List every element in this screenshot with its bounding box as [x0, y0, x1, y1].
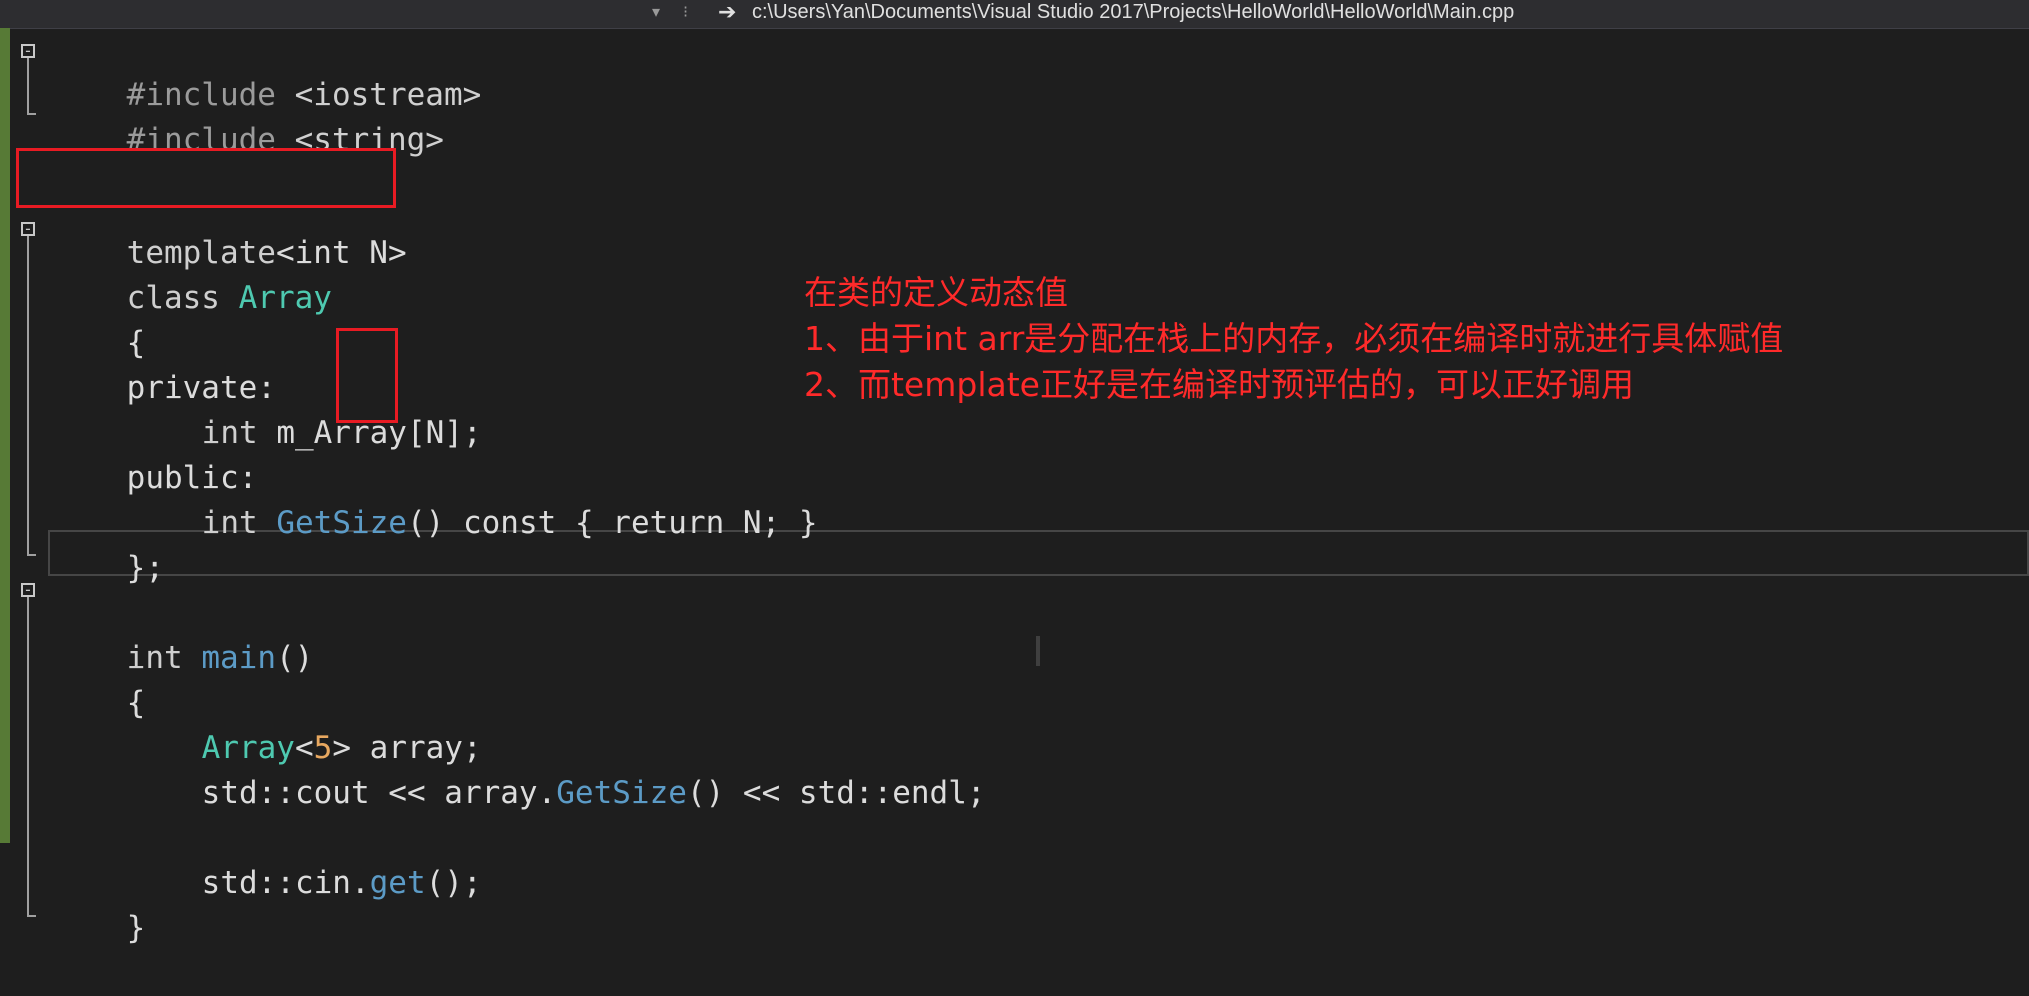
code-token: GetSize — [556, 775, 687, 811]
code-editor[interactable]: - - - #include <iostream> #include <stri… — [0, 28, 2029, 963]
editor-navigation-bar: ▾ ⁝ ➔ c:\Users\Yan\Documents\Visual Stud… — [0, 0, 2029, 29]
fold-guide-end — [27, 113, 36, 115]
code-line[interactable]: int main() — [52, 591, 314, 676]
array-size-highlight-box — [336, 328, 398, 423]
code-line[interactable]: int m_Array[N]; — [127, 366, 482, 451]
code-token: () — [275, 640, 314, 676]
code-token: get — [369, 865, 426, 901]
fold-guide-end — [27, 554, 36, 556]
collapse-include-icon[interactable]: - — [21, 43, 35, 59]
scroll-down-icon[interactable]: ▾ — [652, 2, 660, 21]
change-tracking-bar — [0, 28, 10, 843]
code-token: main — [201, 640, 276, 676]
annotation-note: 在类的定义动态值 1、由于int arr是分配在栈上的内存，必须在编译时就进行具… — [804, 270, 1783, 408]
code-line[interactable]: int GetSize() const { return N; } — [127, 456, 818, 541]
code-token: int — [201, 505, 258, 541]
annotation-point-1: 1、由于int arr是分配在栈上的内存，必须在编译时就进行具体赋值 — [804, 319, 1784, 358]
code-line[interactable]: Array<5> array; — [127, 681, 482, 766]
code-token: () const { return N; } — [406, 505, 818, 541]
fold-guide — [27, 597, 29, 915]
code-line[interactable]: } — [52, 861, 146, 946]
code-line[interactable]: std::cin.get(); — [127, 816, 482, 901]
code-line[interactable]: std::cout << array.GetSize() << std::end… — [127, 726, 986, 811]
fold-guide — [27, 58, 29, 113]
code-token: Array — [238, 280, 332, 316]
annotation-point-2: 2、而template正好是在编译时预评估的，可以正好调用 — [804, 365, 1634, 404]
code-line[interactable]: public: — [52, 411, 258, 496]
annotation-title: 在类的定义动态值 — [804, 273, 1068, 312]
code-line[interactable]: }; — [52, 501, 164, 586]
code-line[interactable]: private: — [52, 321, 276, 406]
text-cursor-icon — [1036, 636, 1040, 666]
code-line[interactable]: #include <string> — [52, 73, 444, 158]
arrow-right-icon[interactable]: ➔ — [718, 0, 736, 25]
code-line[interactable]: #include <iostream> — [52, 28, 482, 113]
code-token: std::cin. — [201, 865, 370, 901]
code-line[interactable]: { — [52, 636, 146, 721]
fold-guide-end — [27, 915, 36, 917]
code-token: std::cout << array. — [201, 775, 557, 811]
code-line[interactable]: { — [52, 276, 146, 361]
template-highlight-box — [16, 148, 396, 208]
collapse-class-icon[interactable]: - — [21, 221, 35, 237]
code-token: GetSize — [276, 505, 407, 541]
file-path-label: c:\Users\Yan\Documents\Visual Studio 201… — [752, 1, 1515, 23]
code-token: () << std::endl; — [686, 775, 986, 811]
code-token: }; — [126, 550, 164, 586]
split-icon[interactable]: ⁝ — [683, 2, 688, 21]
fold-guide — [27, 236, 29, 554]
code-token: } — [126, 910, 146, 946]
collapse-main-icon[interactable]: - — [21, 582, 35, 598]
code-line[interactable]: class Array — [52, 231, 332, 316]
code-token: (); — [425, 865, 482, 901]
